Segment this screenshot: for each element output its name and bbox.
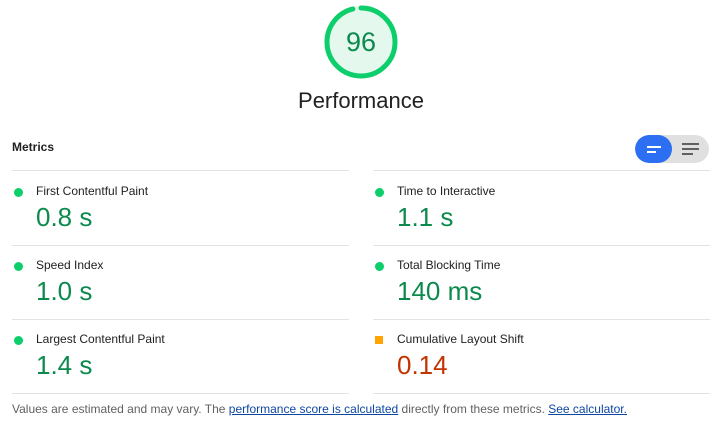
metric-value: 0.8 s	[36, 202, 93, 232]
metric-total-blocking-time: Total Blocking Time 140 ms	[373, 245, 710, 320]
metric-label: Speed Index	[36, 258, 104, 272]
performance-score-gauge: 96	[324, 5, 398, 79]
metric-value: 1.0 s	[36, 276, 93, 306]
metric-first-contentful-paint: First Contentful Paint 0.8 s	[12, 171, 349, 246]
metric-speed-index: Speed Index 1.0 s	[12, 245, 349, 320]
metric-label: Largest Contentful Paint	[36, 332, 165, 346]
metric-label: Total Blocking Time	[397, 258, 501, 272]
pass-icon	[14, 262, 23, 271]
metric-largest-contentful-paint: Largest Contentful Paint 1.4 s	[12, 319, 349, 394]
performance-title: Performance	[298, 88, 424, 113]
pass-icon	[14, 188, 23, 197]
performance-score-value: 96	[345, 27, 377, 57]
metric-value: 1.4 s	[36, 350, 93, 380]
pass-icon	[14, 336, 23, 345]
see-calculator-link[interactable]: See calculator.	[548, 402, 627, 416]
metrics-header: Metrics	[12, 140, 55, 154]
metric-value: 0.14	[397, 350, 448, 380]
metric-value: 140 ms	[397, 276, 483, 306]
expanded-view-icon	[682, 143, 699, 155]
footer-prefix: Values are estimated and may vary. The	[12, 402, 229, 416]
metric-label: Time to Interactive	[397, 184, 496, 198]
metric-time-to-interactive: Time to Interactive 1.1 s	[373, 171, 710, 246]
footer-middle: directly from these metrics.	[398, 402, 549, 416]
metrics-view-toggle[interactable]	[635, 135, 709, 163]
metric-cumulative-layout-shift: Cumulative Layout Shift 0.14	[373, 319, 710, 394]
metric-label: First Contentful Paint	[36, 184, 149, 198]
compact-view-icon	[646, 145, 661, 153]
metric-value: 1.1 s	[397, 202, 454, 232]
performance-score-calculated-link[interactable]: performance score is calculated	[229, 402, 398, 416]
pass-icon	[375, 188, 384, 197]
pass-icon	[375, 262, 384, 271]
compact-view-button[interactable]	[635, 135, 672, 163]
metrics-footer-note: Values are estimated and may vary. The p…	[12, 402, 627, 416]
average-icon	[375, 336, 383, 344]
metric-label: Cumulative Layout Shift	[397, 332, 524, 346]
expanded-view-button[interactable]	[672, 135, 709, 163]
